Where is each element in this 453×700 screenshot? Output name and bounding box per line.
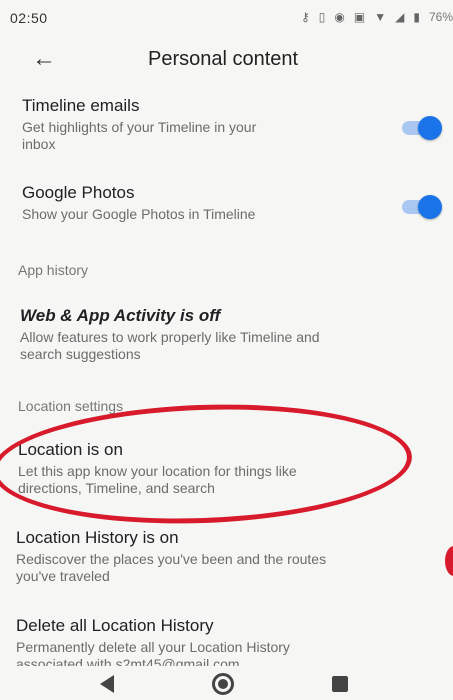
- location-history-title: Location History is on: [16, 528, 179, 547]
- timeline-emails-subtitle-line1: Get highlights of your Timeline in your: [22, 119, 257, 135]
- section-header-app-history: App history: [18, 262, 89, 278]
- nav-home-icon[interactable]: [212, 673, 234, 695]
- timeline-emails-toggle[interactable]: [402, 116, 442, 140]
- location-subtitle: Let this app know your location for thin…: [18, 463, 453, 497]
- battery-icon: ▮: [413, 10, 420, 24]
- web-app-activity-subtitle-line2: search suggestions: [20, 346, 141, 362]
- google-photos-title: Google Photos: [22, 183, 135, 202]
- status-bar: 02:50 ⚷ ▯ ◉ ▣ ▼ ◢ ▮ 76%: [0, 0, 453, 36]
- timeline-emails-subtitle-line2: inbox: [22, 136, 56, 152]
- status-icons: ⚷ ▯ ◉ ▣ ▼ ◢ ▮ 76%: [301, 10, 453, 24]
- location-subtitle-line1: Let this app know your location for thin…: [18, 463, 297, 479]
- timeline-emails-title: Timeline emails: [22, 96, 140, 115]
- key-icon: ⚷: [301, 10, 310, 24]
- delete-history-title: Delete all Location History: [16, 616, 214, 635]
- web-app-activity-row[interactable]: Web & App Activity is off Allow features…: [0, 306, 453, 363]
- location-history-subtitle: Rediscover the places you've been and th…: [16, 551, 453, 585]
- timeline-emails-row[interactable]: Timeline emails Get highlights of your T…: [0, 96, 453, 153]
- delete-history-subtitle: Permanently delete all your Location His…: [16, 639, 453, 666]
- toggle-knob: [418, 195, 442, 219]
- back-button[interactable]: ←: [26, 42, 62, 76]
- battery-percent: 76%: [428, 10, 453, 24]
- section-header-location-settings: Location settings: [18, 398, 124, 414]
- timeline-emails-subtitle: Get highlights of your Timeline in your …: [22, 119, 453, 153]
- delete-history-row[interactable]: Delete all Location History Permanently …: [0, 616, 453, 666]
- delete-history-subtitle-line2: associated with s2mt45@gmail.com: [16, 656, 240, 666]
- location-icon: ◉: [334, 10, 345, 24]
- nav-back-icon[interactable]: [100, 675, 114, 693]
- location-history-row[interactable]: Location History is on Rediscover the pl…: [0, 528, 453, 585]
- wifi-icon: ▼: [374, 10, 387, 24]
- nav-bar: [0, 668, 453, 700]
- google-photos-toggle[interactable]: [402, 195, 442, 219]
- location-row[interactable]: Location is on Let this app know your lo…: [0, 440, 453, 497]
- app-bar: ← Personal content: [0, 36, 453, 82]
- google-photos-subtitle: Show your Google Photos in Timeline: [22, 206, 256, 222]
- signal-icon: ◢: [395, 10, 405, 24]
- location-history-subtitle-line2: you've traveled: [16, 568, 110, 584]
- web-app-activity-subtitle-line1: Allow features to work properly like Tim…: [20, 329, 320, 345]
- web-app-activity-title: Web & App Activity is off: [20, 306, 221, 325]
- arrow-left-icon: ←: [32, 45, 56, 72]
- location-title: Location is on: [18, 440, 123, 459]
- google-photos-row[interactable]: Google Photos Show your Google Photos in…: [0, 183, 453, 223]
- nav-recents-icon[interactable]: [332, 676, 348, 692]
- cast-icon: ▣: [353, 10, 366, 24]
- location-history-subtitle-line1: Rediscover the places you've been and th…: [16, 551, 327, 567]
- toggle-knob: [418, 116, 442, 140]
- web-app-activity-subtitle: Allow features to work properly like Tim…: [20, 329, 453, 363]
- status-time: 02:50: [10, 10, 48, 26]
- location-subtitle-line2: directions, Timeline, and search: [18, 480, 215, 496]
- vibrate-icon: ▯: [318, 10, 326, 24]
- delete-history-subtitle-line1: Permanently delete all your Location His…: [16, 639, 290, 655]
- page-title: Personal content: [148, 48, 299, 70]
- screen: 02:50 ⚷ ▯ ◉ ▣ ▼ ◢ ▮ 76% ← Personal conte…: [0, 0, 453, 700]
